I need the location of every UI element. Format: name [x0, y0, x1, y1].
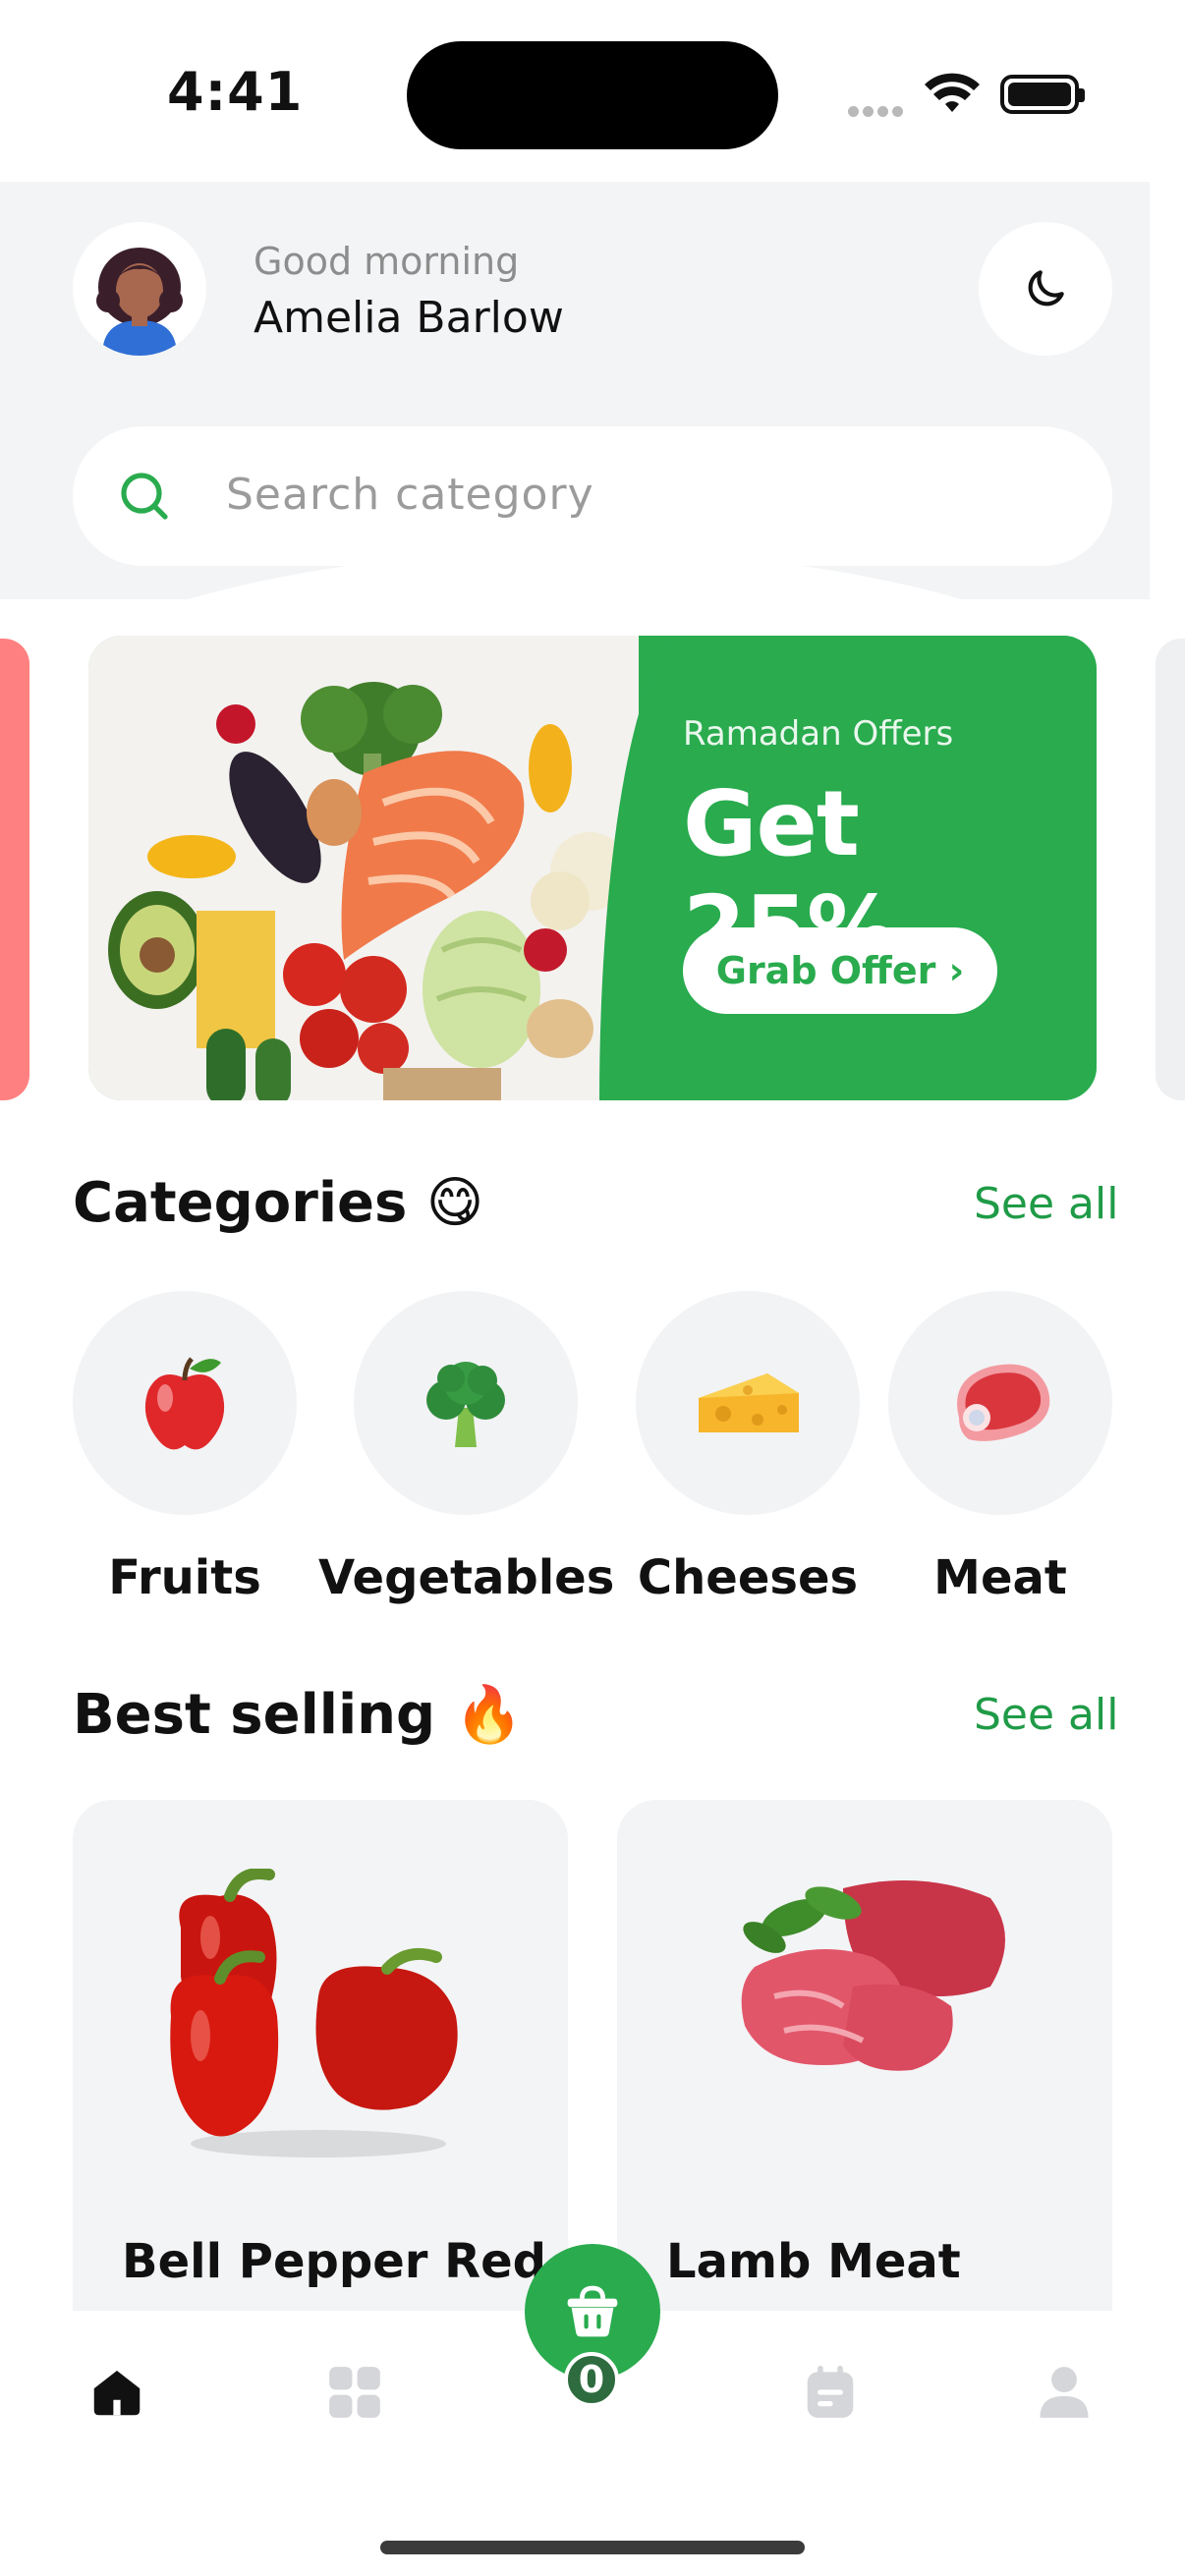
calendar-icon[interactable]: [800, 2362, 861, 2423]
banner-prev-card[interactable]: [0, 639, 29, 1100]
grid-icon[interactable]: [324, 2362, 385, 2423]
search-placeholder: Search category: [226, 470, 594, 520]
product-name: Bell Pepper Red: [122, 2234, 547, 2289]
bell-pepper-image: [170, 1869, 458, 2157]
banner-groceries-image: [88, 636, 639, 1100]
theme-toggle-button[interactable]: [979, 222, 1112, 356]
cart-count-badge: 0: [564, 2352, 619, 2407]
category-label: Fruits: [108, 1550, 261, 1605]
home-indicator: [380, 2541, 805, 2554]
greeting-text: Good morning: [254, 240, 520, 283]
category-vegetables[interactable]: [354, 1291, 578, 1515]
status-time: 4:41: [167, 61, 304, 123]
moon-icon: [1028, 270, 1064, 307]
categories-title: Categories 😋: [73, 1171, 484, 1235]
category-label: Meat: [933, 1550, 1067, 1605]
home-icon[interactable]: [86, 2362, 147, 2423]
meat-icon: [957, 1364, 1050, 1441]
categories-see-all-link[interactable]: See all: [974, 1179, 1118, 1229]
grab-offer-button[interactable]: Grab Offer ›: [683, 927, 997, 1014]
battery-icon: [1000, 75, 1085, 114]
avatar[interactable]: [73, 222, 206, 356]
promo-banner[interactable]: Ramadan Offers Get 25% Grab Offer ›: [88, 636, 1097, 1100]
category-fruits[interactable]: [73, 1291, 297, 1515]
product-card[interactable]: Lamb Meat: [617, 1800, 1112, 2311]
user-name: Amelia Barlow: [254, 293, 564, 343]
best-selling-see-all-link[interactable]: See all: [974, 1690, 1118, 1740]
basket-icon: [567, 2285, 618, 2337]
cheese-icon: [699, 1373, 799, 1432]
category-label: Cheeses: [637, 1550, 859, 1605]
user-icon[interactable]: [1034, 2362, 1095, 2423]
category-meat[interactable]: [888, 1291, 1112, 1515]
best-selling-title: Best selling 🔥: [73, 1683, 524, 1747]
banner-subtitle: Ramadan Offers: [683, 714, 954, 754]
category-label: Vegetables: [318, 1550, 615, 1605]
search-icon: [121, 473, 168, 520]
wifi-icon: [925, 73, 980, 112]
lamb-meat-image: [741, 1880, 1005, 2071]
product-name: Lamb Meat: [666, 2234, 961, 2289]
broccoli-icon: [426, 1362, 505, 1447]
cellular-signal-icon: [848, 102, 907, 117]
avatar-illustration-icon: [73, 222, 206, 356]
dynamic-island: [407, 41, 778, 149]
banner-next-card[interactable]: [1156, 639, 1185, 1100]
category-cheeses[interactable]: [636, 1291, 860, 1515]
product-card[interactable]: Bell Pepper Red: [73, 1800, 568, 2311]
apple-icon: [144, 1357, 225, 1450]
